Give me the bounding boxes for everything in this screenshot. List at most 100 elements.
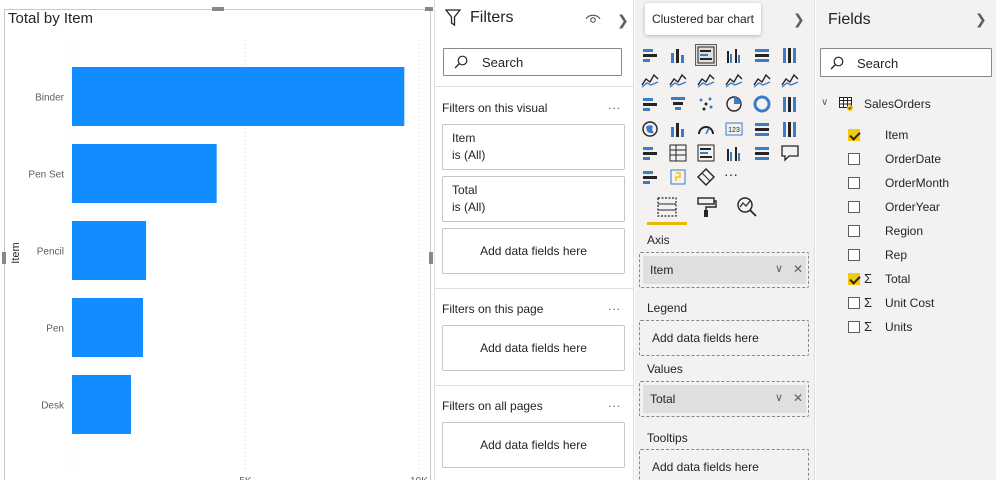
key-influencers-icon[interactable]	[724, 143, 744, 163]
chevron-down-icon[interactable]: ∨	[775, 391, 783, 404]
scatter-chart-icon[interactable]	[696, 94, 716, 114]
field-row-total[interactable]: Σ Total	[848, 270, 988, 290]
slicer-icon[interactable]	[640, 143, 660, 163]
r-script-visual-icon[interactable]	[640, 167, 660, 187]
area-chart-icon[interactable]	[668, 70, 688, 90]
y-tick-label: Pen	[46, 324, 64, 335]
filters-on-visual-label: Filters on this visual	[442, 101, 548, 115]
stacked-column-chart-icon[interactable]	[668, 45, 688, 65]
bar-binder[interactable]	[72, 67, 405, 126]
values-well[interactable]: Total ∨ ✕	[639, 381, 809, 417]
matrix-icon[interactable]	[696, 143, 716, 163]
field-checkbox[interactable]	[848, 225, 860, 237]
field-row-unit-cost[interactable]: Σ Unit Cost	[848, 294, 988, 314]
fields-search-input[interactable]: Search	[820, 48, 992, 77]
multi-row-card-icon[interactable]	[752, 119, 772, 139]
collapse-filters-chevron-icon[interactable]: ❯	[617, 12, 629, 29]
waterfall-chart-icon[interactable]	[640, 94, 660, 114]
more-options-icon[interactable]: ...	[608, 396, 621, 410]
100-stacked-bar-chart-icon[interactable]	[752, 45, 772, 65]
collapse-fields-chevron-icon[interactable]: ❯	[975, 11, 987, 28]
map-icon[interactable]	[640, 119, 660, 139]
field-name: Rep	[885, 248, 908, 262]
table-visual-icon[interactable]	[668, 143, 688, 163]
decomposition-tree-icon[interactable]	[752, 143, 772, 163]
card-icon[interactable]: 123	[724, 119, 744, 139]
clustered-bar-chart-visual[interactable]: Total by Item 5K10KBinderPen SetPencilPe…	[0, 0, 434, 480]
field-checkbox[interactable]	[848, 153, 860, 165]
qa-icon[interactable]	[780, 143, 800, 163]
field-checkbox[interactable]	[848, 201, 860, 213]
field-checkbox[interactable]	[848, 129, 860, 141]
field-checkbox[interactable]	[848, 249, 860, 261]
collapse-visualizations-chevron-icon[interactable]: ❯	[793, 11, 805, 28]
stacked-area-chart-icon[interactable]	[696, 70, 716, 90]
search-placeholder: Search	[857, 56, 899, 71]
custom-visual-icon[interactable]	[696, 167, 716, 187]
funnel-chart-icon[interactable]	[668, 94, 688, 114]
field-checkbox[interactable]	[848, 321, 860, 333]
kpi-icon[interactable]	[780, 119, 800, 139]
donut-chart-icon[interactable]	[752, 94, 772, 114]
bar-pen[interactable]	[72, 298, 143, 357]
visual-type-tooltip: Clustered bar chart	[645, 3, 761, 35]
values-field-pill[interactable]: Total ∨ ✕	[643, 385, 806, 413]
tooltips-well[interactable]: Add data fields here	[639, 449, 809, 480]
field-name: OrderDate	[885, 152, 942, 166]
python-visual-icon[interactable]	[668, 167, 688, 187]
filled-map-icon[interactable]	[668, 119, 688, 139]
bar-desk[interactable]	[72, 375, 131, 434]
field-row-orderdate[interactable]: OrderDate	[848, 150, 988, 170]
field-checkbox[interactable]	[848, 177, 860, 189]
analytics-magnifier-icon[interactable]	[735, 195, 759, 219]
field-row-units[interactable]: Σ Units	[848, 318, 988, 338]
legend-well[interactable]: Add data fields here	[639, 320, 809, 356]
pie-chart-icon[interactable]	[724, 94, 744, 114]
expand-caret-icon[interactable]: ∨	[821, 97, 828, 108]
filters-header: Filters ❯	[443, 8, 629, 30]
filter-card-total[interactable]: Total is (All)	[442, 176, 625, 222]
field-checkbox[interactable]	[848, 273, 860, 285]
more-options-icon[interactable]: ...	[608, 98, 621, 112]
more-visuals-ellipsis[interactable]: ···	[724, 166, 738, 182]
bar-pencil[interactable]	[72, 221, 147, 280]
stacked-bar-chart-icon[interactable]	[640, 45, 660, 65]
chevron-down-icon[interactable]: ∨	[775, 262, 783, 275]
more-options-icon[interactable]: ...	[608, 299, 621, 313]
sigma-icon: Σ	[864, 295, 873, 310]
line-stacked-column-icon[interactable]	[752, 70, 772, 90]
bar-chart-plot: 5K 10K Binder Pen Set Pencil Pen Desk Item	[10, 40, 428, 480]
eye-icon[interactable]	[585, 12, 601, 26]
filters-search-input[interactable]: Search	[443, 48, 622, 76]
fields-tab-icon[interactable]	[655, 195, 679, 219]
field-row-region[interactable]: Region	[848, 222, 988, 242]
axis-field-name: Item	[650, 263, 674, 277]
paint-roller-format-icon[interactable]	[695, 195, 719, 219]
gauge-icon[interactable]	[696, 119, 716, 139]
table-salesorders[interactable]: ∨ SalesOrders	[820, 94, 990, 116]
clustered-bar-chart-icon[interactable]	[695, 44, 717, 66]
legend-add-fields: Add data fields here	[652, 331, 759, 345]
field-checkbox[interactable]	[848, 297, 860, 309]
ribbon-chart-icon[interactable]	[780, 70, 800, 90]
bar-pen-set[interactable]	[72, 144, 217, 203]
line-chart-icon[interactable]	[640, 70, 660, 90]
line-clustered-column-icon[interactable]	[724, 70, 744, 90]
clustered-column-chart-icon[interactable]	[724, 45, 744, 65]
100-stacked-column-chart-icon[interactable]	[780, 45, 800, 65]
filter-card-item[interactable]: Item is (All)	[442, 124, 625, 170]
field-row-item[interactable]: Item	[848, 126, 988, 146]
field-row-orderyear[interactable]: OrderYear	[848, 198, 988, 218]
axis-well[interactable]: Item ∨ ✕	[639, 252, 809, 288]
remove-field-icon[interactable]: ✕	[793, 391, 803, 405]
add-report-filter-dropzone[interactable]: Add data fields here	[442, 422, 625, 468]
remove-field-icon[interactable]: ✕	[793, 262, 803, 276]
add-visual-filter-dropzone[interactable]: Add data fields here	[442, 228, 625, 274]
visualizations-pane: Clustered bar chart ❯ 123 ··· Axis Item ∨…	[635, 0, 815, 480]
axis-field-pill[interactable]: Item ∨ ✕	[643, 256, 806, 284]
add-page-filter-dropzone[interactable]: Add data fields here	[442, 325, 625, 371]
treemap-icon[interactable]	[780, 94, 800, 114]
field-row-ordermonth[interactable]: OrderMonth	[848, 174, 988, 194]
field-row-rep[interactable]: Rep	[848, 246, 988, 266]
search-placeholder: Search	[482, 55, 524, 70]
